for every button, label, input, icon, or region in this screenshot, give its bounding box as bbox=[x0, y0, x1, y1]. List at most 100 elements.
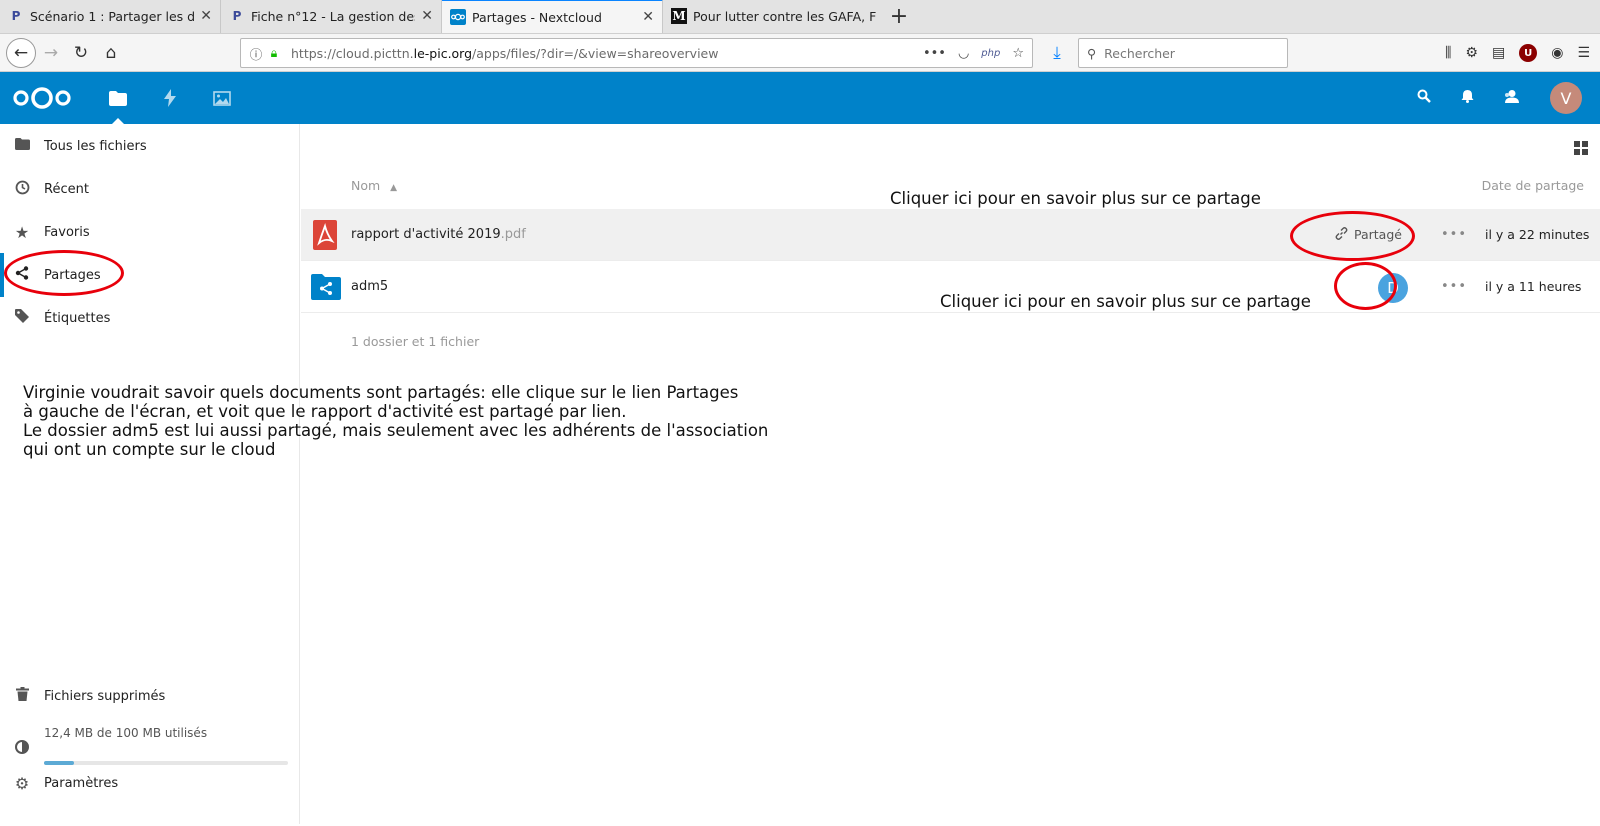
search-icon: ⚲ bbox=[1087, 45, 1097, 61]
bookmark-star-icon[interactable]: ☆ bbox=[1012, 46, 1024, 61]
files-app-icon[interactable] bbox=[92, 72, 144, 124]
file-name[interactable]: rapport d'activité 2019.pdf bbox=[351, 227, 526, 242]
grid-view-toggle-icon[interactable] bbox=[1574, 140, 1588, 159]
home-button[interactable]: ⌂ bbox=[96, 38, 126, 68]
search-placeholder: Rechercher bbox=[1104, 45, 1175, 61]
row-actions-menu-icon[interactable]: ••• bbox=[1441, 279, 1467, 294]
url-path: /apps/files/?dir=/&view=shareoverview bbox=[472, 45, 719, 61]
pdf-file-icon bbox=[311, 220, 341, 250]
column-header-share-date[interactable]: Date de partage bbox=[1482, 178, 1584, 193]
shared-folder-icon bbox=[311, 272, 341, 302]
menu-icon[interactable]: ☰ bbox=[1577, 45, 1590, 61]
star-icon: ★ bbox=[14, 222, 30, 242]
nextcloud-logo-icon[interactable] bbox=[12, 85, 74, 111]
pic-favicon-icon: P bbox=[11, 9, 21, 23]
url-bar-actions: ••• ◡ php ☆ bbox=[923, 39, 1024, 67]
tab-title: Pour lutter contre les GAFA, F bbox=[693, 8, 876, 24]
tag-icon bbox=[14, 309, 30, 327]
user-avatar[interactable]: V bbox=[1550, 82, 1582, 114]
activity-app-icon[interactable] bbox=[144, 72, 196, 124]
back-button[interactable]: ← bbox=[6, 37, 36, 68]
library-icon[interactable]: ⫼ bbox=[1445, 45, 1451, 61]
sidebar-item-deleted-files[interactable]: Fichiers supprimés bbox=[0, 674, 300, 718]
tab-title: Fiche n°12 - La gestion des im bbox=[251, 8, 415, 24]
download-icon[interactable]: ⤓ bbox=[1044, 38, 1070, 68]
highlight-ellipse-shares bbox=[4, 250, 124, 296]
file-name-base: rapport d'activité 2019 bbox=[351, 227, 501, 242]
sidebar-item-label: Tous les fichiers bbox=[44, 138, 147, 154]
close-tab-icon[interactable]: ✕ bbox=[421, 8, 433, 24]
page-actions-icon[interactable]: ••• bbox=[923, 46, 946, 61]
ublock-icon[interactable]: U bbox=[1519, 44, 1538, 62]
column-header-name-label: Nom bbox=[351, 178, 381, 193]
annotation-hint-link-share: Cliquer ici pour en savoir plus sur ce p… bbox=[890, 189, 1261, 208]
highlight-ellipse-user-share bbox=[1334, 262, 1397, 310]
contacts-icon[interactable] bbox=[1504, 89, 1520, 107]
sort-ascending-icon: ▲ bbox=[390, 183, 398, 193]
share-date: il y a 22 minutes bbox=[1485, 227, 1590, 242]
url-prefix: https://cloud.picttn. bbox=[291, 45, 414, 61]
search-icon[interactable] bbox=[1417, 89, 1431, 107]
info-icon[interactable]: ⓘ bbox=[247, 44, 265, 63]
annotation-explanation: Virginie voudrait savoir quels documents… bbox=[23, 383, 823, 459]
url-domain: le-pic.org bbox=[413, 45, 473, 61]
sidebar-item-label: Fichiers supprimés bbox=[44, 688, 166, 704]
url-bar[interactable]: ⓘ 🔒︎ https://cloud.picttn.le-pic.org/app… bbox=[240, 38, 1033, 68]
sidebar-item-all-files[interactable]: Tous les fichiers bbox=[0, 124, 300, 168]
sidebar-item-label: Paramètres bbox=[44, 775, 119, 791]
row-actions-menu-icon[interactable]: ••• bbox=[1441, 227, 1467, 242]
file-extension: .pdf bbox=[500, 227, 526, 242]
gear-icon: ⚙ bbox=[14, 773, 30, 793]
browser-tab-3[interactable]: Partages - Nextcloud ✕ bbox=[442, 0, 663, 33]
sidebar-item-label: Favoris bbox=[44, 224, 90, 240]
browser-tab-bar: P Scénario 1 : Partager les docu ✕ P Fic… bbox=[0, 0, 1600, 34]
new-tab-button[interactable]: + bbox=[884, 0, 914, 33]
browser-toolbar-icons: ⫼ ⚙ ▤ U ◉ ☰ bbox=[1445, 38, 1590, 68]
browser-search-input[interactable]: ⚲ Rechercher bbox=[1078, 38, 1288, 68]
files-sidebar: Tous les fichiers Récent ★ Favoris Parta… bbox=[0, 124, 300, 824]
file-count-summary: 1 dossier et 1 fichier bbox=[351, 334, 480, 349]
nextcloud-favicon-icon bbox=[450, 9, 466, 25]
annotation-hint-user-share: Cliquer ici pour en savoir plus sur ce p… bbox=[940, 292, 1311, 311]
notifications-bell-icon[interactable] bbox=[1461, 89, 1474, 107]
sidebar-item-favorites[interactable]: ★ Favoris bbox=[0, 210, 300, 254]
close-tab-icon[interactable]: ✕ bbox=[200, 8, 212, 24]
forward-button[interactable]: → bbox=[36, 38, 66, 68]
sidebar-item-label: Récent bbox=[44, 181, 89, 197]
extension-icon[interactable]: ⚙ bbox=[1465, 45, 1478, 61]
pocket-icon[interactable]: ◡ bbox=[958, 46, 969, 61]
url-text: https://cloud.picttn.le-pic.org/apps/fil… bbox=[291, 46, 718, 61]
sidebar-item-settings[interactable]: ⚙ Paramètres bbox=[0, 760, 300, 804]
pic-favicon-icon: P bbox=[232, 9, 242, 23]
highlight-ellipse-link-share bbox=[1290, 211, 1415, 261]
tab-title: Partages - Nextcloud bbox=[472, 9, 602, 25]
quota-pie-icon bbox=[14, 740, 30, 758]
annotation-line: qui ont un compte sur le cloud bbox=[23, 440, 276, 459]
file-name[interactable]: adm5 bbox=[351, 279, 388, 294]
tab-title: Scénario 1 : Partager les docu bbox=[30, 8, 194, 24]
annotation-line: Virginie voudrait savoir quels documents… bbox=[23, 383, 739, 402]
sidebar-icon[interactable]: ▤ bbox=[1492, 45, 1505, 61]
trash-icon bbox=[14, 687, 30, 705]
lemonde-favicon-icon: M bbox=[671, 8, 687, 24]
quota-label: 12,4 MB de 100 MB utilisés bbox=[44, 726, 208, 740]
sidebar-quota: 12,4 MB de 100 MB utilisés bbox=[0, 714, 300, 758]
reload-button[interactable]: ↻ bbox=[66, 38, 96, 68]
sidebar-item-recent[interactable]: Récent bbox=[0, 167, 300, 211]
php-extension-icon[interactable]: php bbox=[981, 48, 1000, 59]
column-header-name[interactable]: Nom ▲ bbox=[351, 178, 397, 193]
share-date: il y a 11 heures bbox=[1485, 279, 1582, 294]
header-actions: V bbox=[1417, 72, 1582, 124]
nextcloud-header: V bbox=[0, 72, 1600, 124]
clock-icon bbox=[14, 180, 30, 199]
browser-tab-4[interactable]: M Pour lutter contre les GAFA, F bbox=[663, 0, 884, 33]
sidebar-item-tags[interactable]: Étiquettes bbox=[0, 296, 300, 340]
lock-icon: 🔒︎ bbox=[270, 45, 278, 60]
browser-tab-1[interactable]: P Scénario 1 : Partager les docu ✕ bbox=[0, 0, 221, 33]
browser-nav-bar: ← → ↻ ⌂ ⓘ 🔒︎ https://cloud.picttn.le-pic… bbox=[0, 34, 1600, 72]
folder-icon bbox=[14, 138, 30, 154]
close-tab-icon[interactable]: ✕ bbox=[642, 9, 654, 25]
browser-tab-2[interactable]: P Fiche n°12 - La gestion des im ✕ bbox=[221, 0, 442, 33]
photos-app-icon[interactable] bbox=[196, 72, 248, 124]
account-icon[interactable]: ◉ bbox=[1551, 45, 1563, 61]
